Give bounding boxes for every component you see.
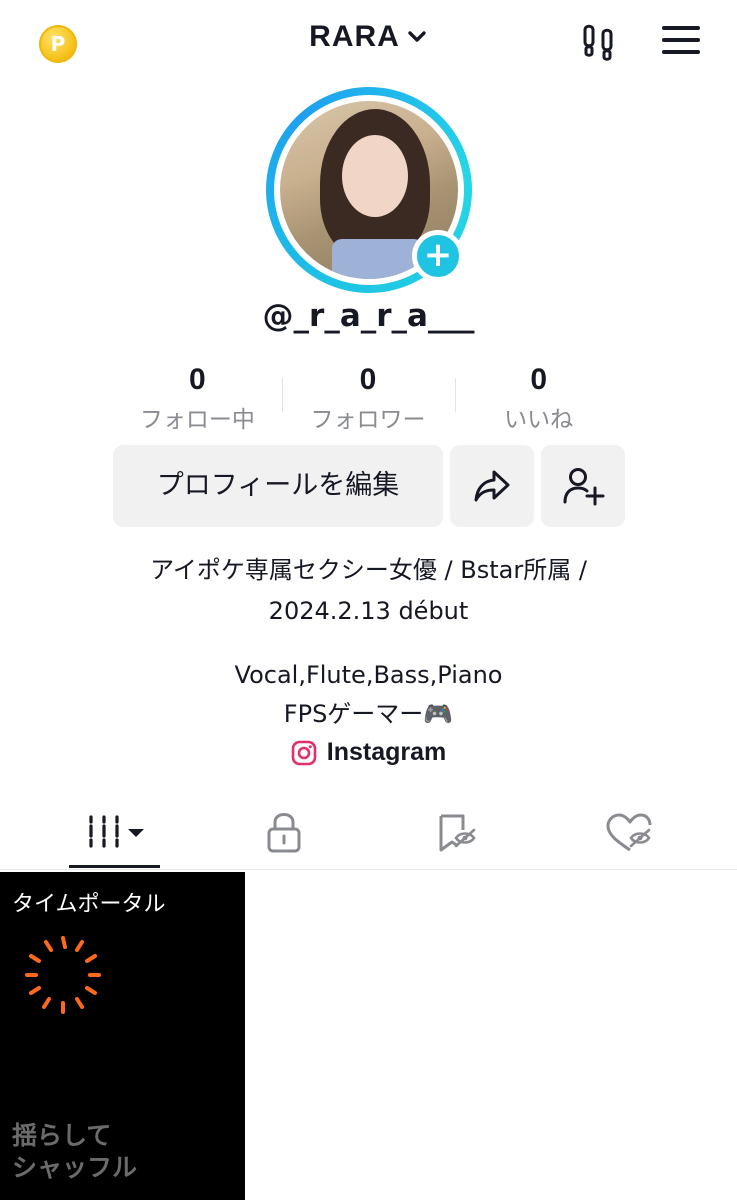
- username: @_r_a_r_a___: [262, 298, 475, 334]
- chevron-down-icon: [408, 31, 426, 42]
- edit-profile-button[interactable]: プロフィールを編集: [113, 445, 443, 527]
- favorites-hidden-icon: [439, 814, 476, 852]
- account-title: RARA: [309, 20, 400, 53]
- tile-title: タイムポータル: [12, 892, 166, 917]
- stats-row: 0 フォロー中 0 フォロワー 0 いいね: [112, 362, 624, 433]
- stat-divider: [455, 378, 456, 412]
- instagram-icon: [291, 740, 317, 765]
- video-tile[interactable]: タイムポータル 揺らして シャッフル: [0, 872, 245, 1200]
- stat-following[interactable]: 0 フォロー中: [112, 362, 283, 433]
- tile-subtitle-line: 揺らして: [12, 1121, 112, 1150]
- stat-likes[interactable]: 0 いいね: [453, 362, 624, 433]
- loading-spinner-icon: [25, 936, 101, 1014]
- tile-subtitle-line: シャッフル: [12, 1153, 138, 1182]
- bio-line: Vocal,Flute,Bass,Piano: [234, 661, 503, 689]
- liked-hidden-icon: [606, 813, 652, 852]
- tab-videos[interactable]: [69, 800, 160, 870]
- hamburger-menu-icon[interactable]: [662, 26, 700, 58]
- account-switcher[interactable]: RARA: [309, 20, 428, 54]
- tile-subtitle: 揺らして シャッフル: [12, 1120, 137, 1184]
- tab-private[interactable]: [244, 800, 324, 870]
- stat-value: 0: [188, 363, 206, 396]
- stat-divider: [282, 378, 283, 412]
- bio-line: 2024.2.13 début: [268, 597, 469, 625]
- add-friend-icon: [563, 468, 605, 506]
- profile-tabs: [0, 800, 737, 870]
- stat-followers[interactable]: 0 フォロワー: [283, 362, 454, 433]
- stat-label: いいね: [504, 407, 574, 433]
- share-icon: [474, 470, 510, 502]
- instagram-link[interactable]: Instagram: [0, 738, 737, 770]
- plus-icon: +: [423, 235, 453, 275]
- stat-label: フォロー中: [139, 407, 255, 433]
- active-tab-indicator: [69, 865, 160, 868]
- bio-line: アイポケ専属セクシー女優 / Bstar所属 /: [150, 556, 587, 584]
- stat-value: 0: [530, 363, 548, 396]
- videos-grid-icon: [89, 815, 144, 848]
- top-bar: P RARA: [0, 0, 737, 84]
- tab-favorites[interactable]: [418, 800, 498, 870]
- add-story-button[interactable]: +: [412, 230, 464, 282]
- lock-icon: [267, 813, 301, 853]
- stat-value: 0: [359, 363, 377, 396]
- share-profile-button[interactable]: [450, 445, 534, 527]
- stat-label: フォロワー: [310, 407, 426, 433]
- bio-line: FPSゲーマー🎮: [283, 700, 454, 728]
- add-friend-button[interactable]: [541, 445, 625, 527]
- instagram-label: Instagram: [326, 738, 447, 766]
- tab-liked[interactable]: [590, 800, 670, 870]
- footprint-icon[interactable]: [578, 22, 618, 62]
